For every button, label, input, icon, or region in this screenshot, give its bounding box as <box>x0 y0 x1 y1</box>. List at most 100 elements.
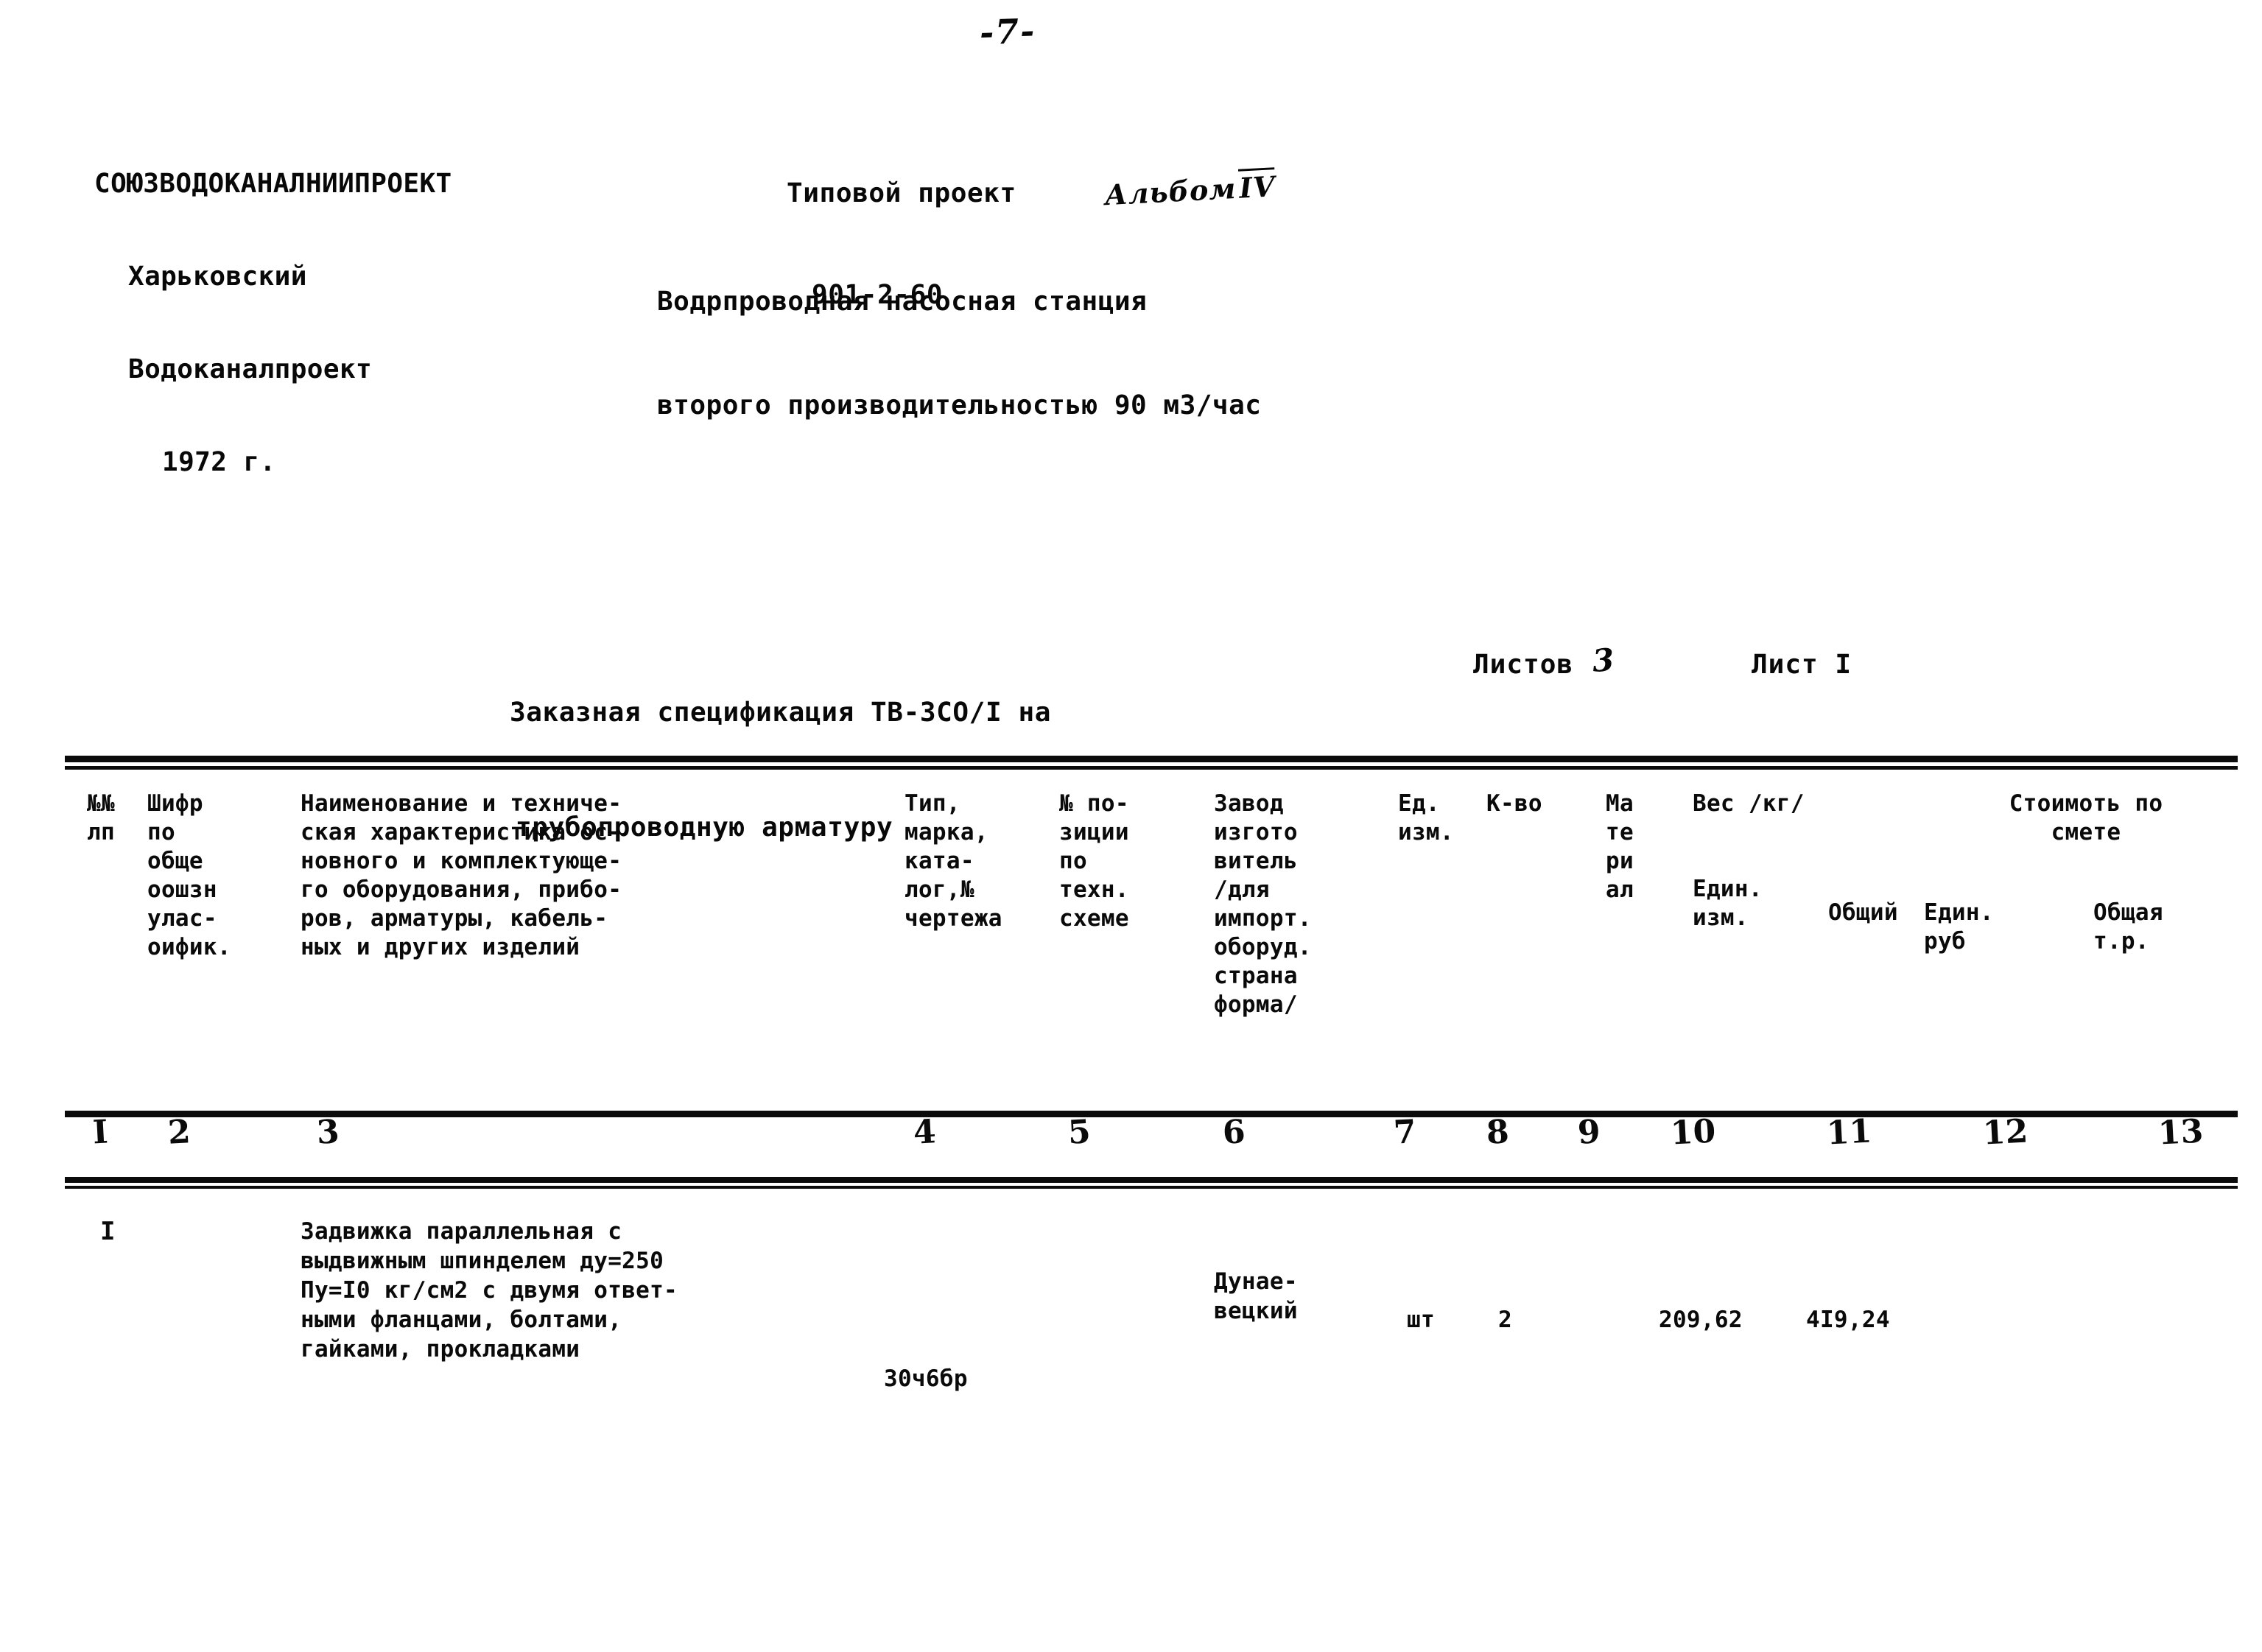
album-annotation: АльбомIV <box>1081 136 1276 213</box>
table-header-col-7: Ед. изм. <box>1398 790 1454 847</box>
sheets-total-label: Листов <box>1473 650 1574 680</box>
header-col-11-line-1: Общий <box>1828 899 1898 926</box>
header-col-6-line-8: форма/ <box>1214 991 1298 1018</box>
row-1-description-line-5: гайками, прокладками <box>301 1336 580 1363</box>
column-number-3: 3 <box>315 1113 340 1152</box>
header-col-5-line-4: техн. <box>1059 876 1129 903</box>
header-col-2-line-5: улас- <box>147 905 217 932</box>
header-col-10-title-line-1: Вес /кг/ <box>1693 790 1805 817</box>
row-1-manufacturer: Дунае-вецкий <box>1214 1267 1298 1326</box>
table-rule-numbers-bottom-second <box>65 1186 2238 1189</box>
table-header-col-2: Шифр по обще оошзн улас-оифик. <box>147 790 231 962</box>
header-col-9-line-2: те <box>1606 819 1634 846</box>
header-col-6-line-6: оборуд. <box>1214 934 1312 960</box>
sheet-current: Лист I <box>1752 650 1852 680</box>
row-1-manufacturer-line-2: вецкий <box>1214 1298 1298 1324</box>
header-col-7-line-1: Ед. <box>1398 790 1440 817</box>
table-header-col-13: Общая т.р. <box>2093 899 2163 956</box>
header-col-5-line-1: № по- <box>1059 790 1129 817</box>
header-col-6-line-3: витель <box>1214 848 1298 874</box>
header-col-2-line-3: обще <box>147 848 203 874</box>
column-number-7: 7 <box>1392 1113 1417 1152</box>
row-1-description-line-3: Пу=I0 кг/см2 с двумя ответ- <box>301 1277 678 1304</box>
header-col-6-line-7: страна <box>1214 963 1298 989</box>
row-1-description-line-2: выдвижным шпинделем ду=250 <box>301 1248 664 1274</box>
header-col-3-line-5: ров, арматуры, кабель- <box>301 905 608 932</box>
header-col-9-line-3: ри <box>1606 848 1634 874</box>
header-col-3-line-3: новного и комплектующе- <box>301 848 622 874</box>
row-1-quantity: 2 <box>1498 1307 1512 1333</box>
table-header-col-9: Ма те ри ал <box>1606 790 1634 904</box>
header-col-6-line-1: Завод <box>1214 790 1284 817</box>
header-col-5-line-5: схеме <box>1059 905 1129 932</box>
header-col-2-line-6: оифик. <box>147 934 231 960</box>
header-col-3-line-2: ская характеристика ос- <box>301 819 622 846</box>
station-description: Водрпроводная насосная станция второго п… <box>657 215 1261 457</box>
row-1-description: Задвижка параллельная с выдвижным шпиндел… <box>301 1217 678 1364</box>
header-col-4-line-2: марка, <box>905 819 988 846</box>
column-number-11: 11 <box>1825 1112 1873 1153</box>
header-col-13-line-2: т.р. <box>2093 928 2149 955</box>
header-col-12-13-title-line-2: смете <box>2051 819 2121 846</box>
table-rule-header-bottom <box>65 1111 2238 1117</box>
header-col-1-line-1: №№ <box>87 790 115 817</box>
organization-year: 1972 г. <box>162 447 276 477</box>
header-col-4-line-5: чертежа <box>905 905 1002 932</box>
header-col-5-line-3: по <box>1059 848 1087 874</box>
station-line-2: второго производительностью 90 м3/час <box>657 390 1262 421</box>
header-col-12-13-title-line-1: Стоимоть по <box>2009 790 2163 817</box>
header-col-6-line-4: /для <box>1214 876 1270 903</box>
column-number-6: 6 <box>1221 1113 1246 1152</box>
header-col-4-line-4: лог,№ <box>905 876 974 903</box>
column-number-12: 12 <box>1981 1112 2029 1153</box>
header-col-10-sub-line-1: Един. <box>1693 876 1763 902</box>
page-number: -7- <box>979 10 1037 53</box>
column-number-13: 13 <box>2157 1112 2205 1153</box>
header-col-3-line-1: Наименование и техниче- <box>301 790 622 817</box>
table-header-col-6: Завод изгото витель/для импорт. оборуд. стран… <box>1214 790 1312 1019</box>
column-number-2: 2 <box>166 1113 192 1152</box>
row-1-description-line-1: Задвижка параллельная с <box>301 1218 622 1245</box>
table-rule-top-second <box>65 766 2238 770</box>
column-number-1: I <box>91 1113 109 1152</box>
table-header-col-4: Тип, марка, ката-лог,№ чертежа <box>905 790 1002 933</box>
column-number-4: 4 <box>912 1113 937 1152</box>
station-line-1: Водрпроводная насосная станция <box>657 287 1148 317</box>
table-rule-top <box>65 756 2238 762</box>
organization-city: Харьковский <box>128 261 307 292</box>
table-header-col-3: Наименование и техниче-ская характеристи… <box>301 790 622 962</box>
header-col-12-line-1: Един. <box>1924 899 1994 926</box>
organization-division: Водоканалпроект <box>128 354 373 384</box>
header-col-4-line-1: Тип, <box>905 790 960 817</box>
header-col-12-line-2: руб <box>1924 928 1966 955</box>
header-col-4-line-3: ката- <box>905 848 974 874</box>
row-1-price-unit: 209,62 <box>1659 1307 1743 1333</box>
table-header-col-12: Един. руб <box>1924 899 1994 956</box>
header-col-2-line-2: по <box>147 819 175 846</box>
column-number-5: 5 <box>1067 1113 1092 1152</box>
header-col-9-line-4: ал <box>1606 876 1634 903</box>
header-col-6-line-5: импорт. <box>1214 905 1312 932</box>
sheet-current-label: Лист <box>1752 650 1819 680</box>
table-header-col-5: № по-зиции по техн. схеме <box>1059 790 1129 933</box>
table-rule-numbers-bottom <box>65 1177 2238 1183</box>
row-1-type: 30ч6бр <box>884 1365 968 1392</box>
header-col-8-line-1: К-во <box>1486 790 1542 817</box>
header-col-2-line-4: оошзн <box>147 876 217 903</box>
column-number-9: 9 <box>1576 1113 1601 1152</box>
header-col-7-line-2: изм. <box>1398 819 1454 846</box>
header-col-10-sub-line-2: изм. <box>1693 904 1749 931</box>
header-col-6-line-2: изгото <box>1214 819 1298 846</box>
organization-name: СОЮЗВОДОКАНАЛНИИПРОЕКТ <box>94 169 452 199</box>
album-number: IV <box>1238 169 1276 205</box>
header-col-9-line-1: Ма <box>1606 790 1634 817</box>
table-header-col-10-title: Вес /кг/ <box>1693 790 1805 818</box>
organization-block: СОЮЗВОДОКАНАЛНИИПРОЕКТ Харьковский Водок… <box>94 107 452 509</box>
table-header-col-10-sub: Един. изм. <box>1693 875 1763 932</box>
album-label: Альбом <box>1103 171 1237 212</box>
row-1-number: I <box>100 1217 116 1246</box>
sheets-total-value: 3 <box>1591 642 1616 679</box>
row-1-description-line-4: ными фланцами, болтами, <box>301 1307 622 1333</box>
table-header-col-12-13-title: Стоимоть по смете <box>1931 790 2241 847</box>
project-label: Типовой проект <box>787 178 1016 208</box>
